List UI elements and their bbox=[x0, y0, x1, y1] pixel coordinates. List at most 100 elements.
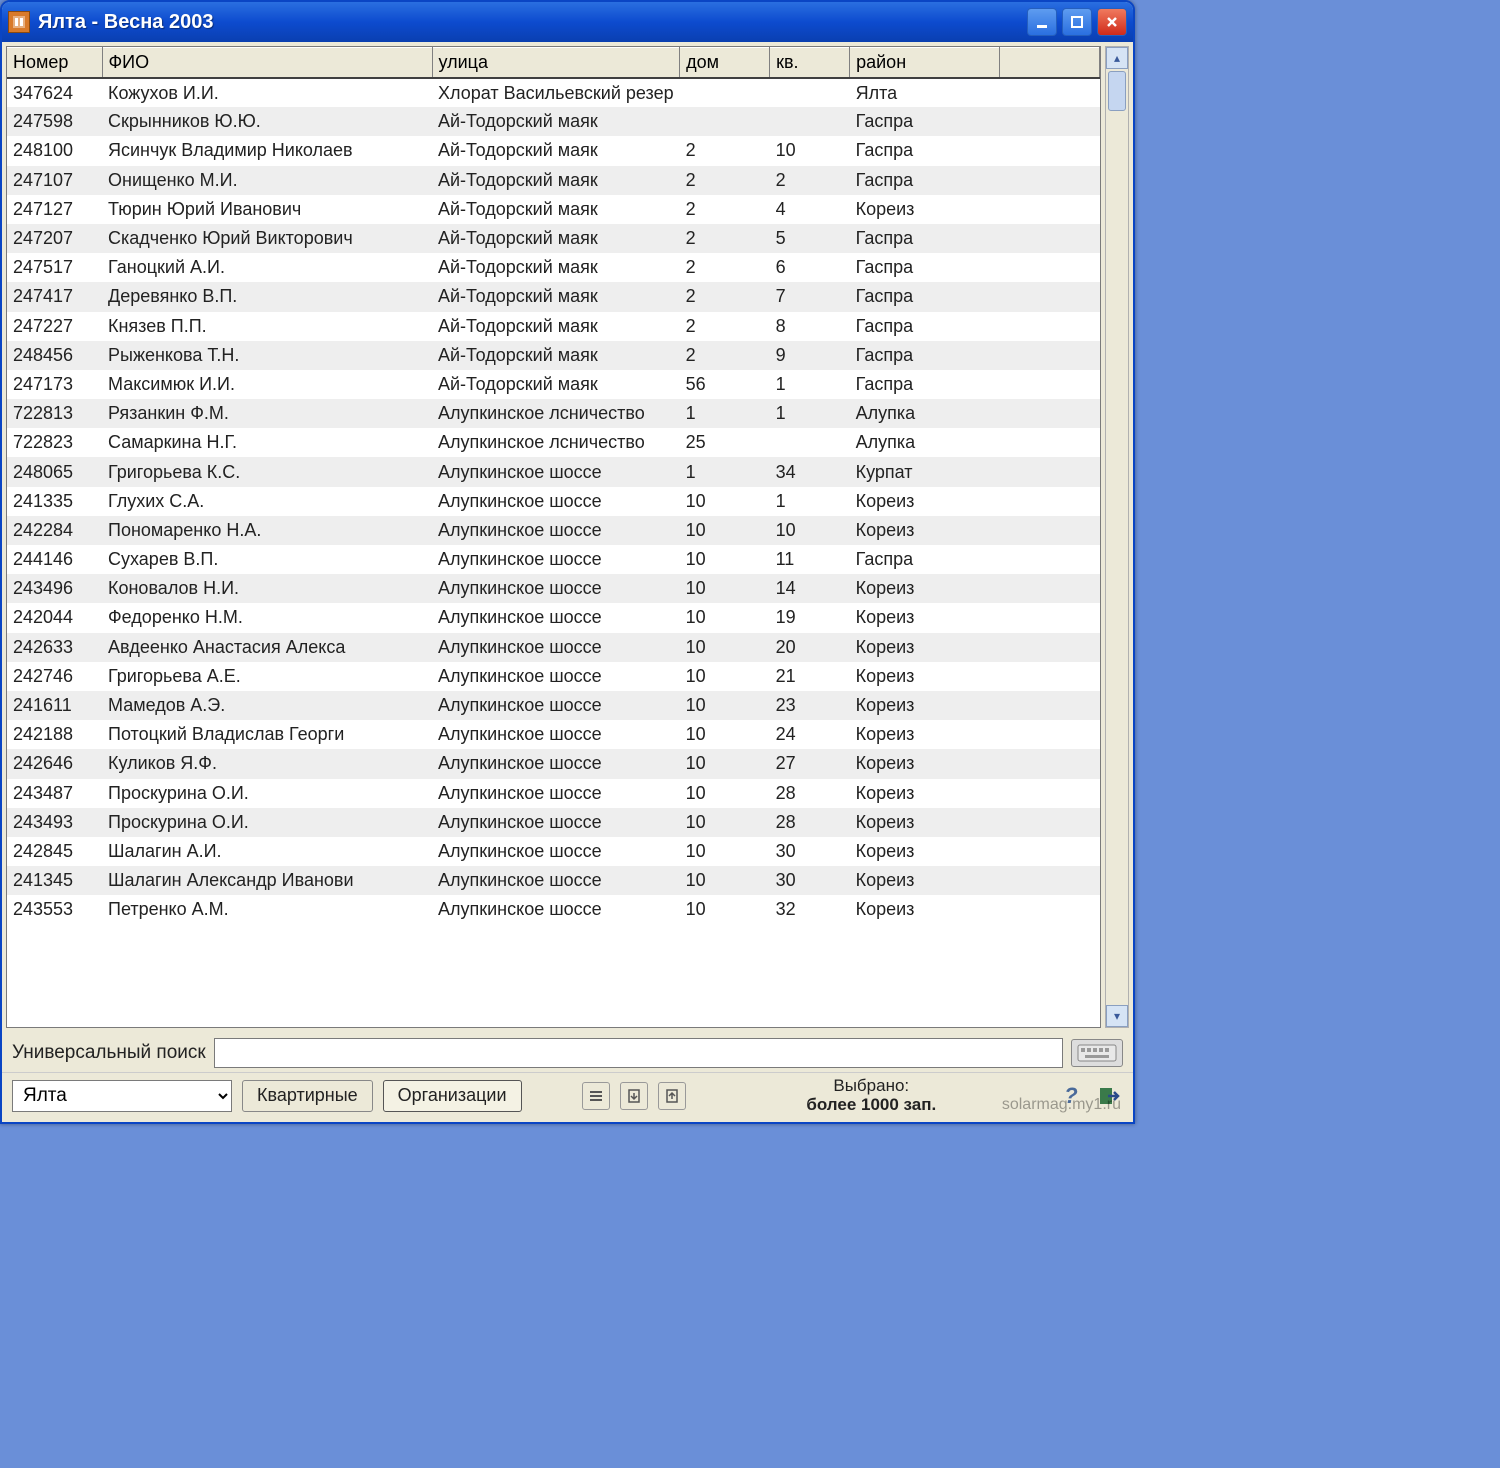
table-row[interactable]: 242746Григорьева А.Е.Алупкинское шоссе10… bbox=[7, 662, 1100, 691]
titlebar[interactable]: Ялта - Весна 2003 bbox=[2, 2, 1133, 42]
cell-house: 2 bbox=[680, 312, 770, 341]
close-button[interactable] bbox=[1097, 8, 1127, 36]
list-icon[interactable] bbox=[582, 1082, 610, 1110]
cell-num: 722823 bbox=[7, 428, 102, 457]
organizations-button[interactable]: Организации bbox=[383, 1080, 522, 1112]
col-header-apt[interactable]: кв. bbox=[770, 48, 850, 79]
import-icon[interactable] bbox=[620, 1082, 648, 1110]
cell-apt: 32 bbox=[770, 895, 850, 924]
cell-district: Кореиз bbox=[850, 866, 1000, 895]
cell-district: Гаспра bbox=[850, 545, 1000, 574]
cell-name: Шалагин А.И. bbox=[102, 837, 432, 866]
cell-num: 722813 bbox=[7, 399, 102, 428]
table-row[interactable]: 243496Коновалов Н.И.Алупкинское шоссе101… bbox=[7, 574, 1100, 603]
cell-num: 241335 bbox=[7, 487, 102, 516]
export-icon[interactable] bbox=[658, 1082, 686, 1110]
table-row[interactable]: 247107Онищенко М.И.Ай-Тодорский маяк22Га… bbox=[7, 166, 1100, 195]
cell-name: Самаркина Н.Г. bbox=[102, 428, 432, 457]
col-header-street[interactable]: улица bbox=[432, 48, 680, 79]
table-row[interactable]: 247417Деревянко В.П.Ай-Тодорский маяк27Г… bbox=[7, 282, 1100, 311]
data-grid[interactable]: Номер ФИО улица дом кв. район 347624Кожу… bbox=[6, 46, 1101, 1028]
table-row[interactable]: 243493Проскурина О.И.Алупкинское шоссе10… bbox=[7, 808, 1100, 837]
cell-num: 242646 bbox=[7, 749, 102, 778]
cell-house: 2 bbox=[680, 136, 770, 165]
cell-street: Алупкинское шоссе bbox=[432, 720, 680, 749]
help-icon[interactable]: ? bbox=[1057, 1082, 1085, 1110]
cell-num: 241345 bbox=[7, 866, 102, 895]
cell-num: 247173 bbox=[7, 370, 102, 399]
table-row[interactable]: 243487Проскурина О.И.Алупкинское шоссе10… bbox=[7, 779, 1100, 808]
minimize-button[interactable] bbox=[1027, 8, 1057, 36]
table-row[interactable]: 242284Пономаренко Н.А.Алупкинское шоссе1… bbox=[7, 516, 1100, 545]
table-row[interactable]: 248100Ясинчук Владимир НиколаевАй-Тодорс… bbox=[7, 136, 1100, 165]
cell-street: Алупкинское шоссе bbox=[432, 457, 680, 486]
cell-district: Кореиз bbox=[850, 603, 1000, 632]
status-line1: Выбрано: bbox=[696, 1077, 1047, 1096]
col-header-name[interactable]: ФИО bbox=[102, 48, 432, 79]
table-row[interactable]: 242044Федоренко Н.М.Алупкинское шоссе101… bbox=[7, 603, 1100, 632]
cell-name: Григорьева А.Е. bbox=[102, 662, 432, 691]
exit-icon[interactable] bbox=[1095, 1082, 1123, 1110]
table-row[interactable]: 248456Рыженкова Т.Н.Ай-Тодорский маяк29Г… bbox=[7, 341, 1100, 370]
table-row[interactable]: 247517Ганоцкий А.И.Ай-Тодорский маяк26Га… bbox=[7, 253, 1100, 282]
cell-spacer bbox=[1000, 166, 1100, 195]
table-row[interactable]: 243553Петренко А.М.Алупкинское шоссе1032… bbox=[7, 895, 1100, 924]
cell-spacer bbox=[1000, 428, 1100, 457]
apartments-button[interactable]: Квартирные bbox=[242, 1080, 373, 1112]
cell-house bbox=[680, 78, 770, 107]
col-header-number[interactable]: Номер bbox=[7, 48, 102, 79]
cell-street: Алупкинское лсничество bbox=[432, 399, 680, 428]
cell-spacer bbox=[1000, 779, 1100, 808]
scroll-down-icon[interactable]: ▾ bbox=[1106, 1005, 1128, 1027]
table-row[interactable]: 247227Князев П.П.Ай-Тодорский маяк28Гасп… bbox=[7, 312, 1100, 341]
cell-district: Кореиз bbox=[850, 808, 1000, 837]
search-input[interactable] bbox=[214, 1038, 1063, 1068]
cell-num: 242284 bbox=[7, 516, 102, 545]
cell-apt: 1 bbox=[770, 487, 850, 516]
table-row[interactable]: 244146Сухарев В.П.Алупкинское шоссе1011Г… bbox=[7, 545, 1100, 574]
city-select[interactable]: Ялта bbox=[12, 1080, 232, 1112]
cell-apt: 19 bbox=[770, 603, 850, 632]
cell-district: Кореиз bbox=[850, 691, 1000, 720]
cell-district: Кореиз bbox=[850, 895, 1000, 924]
table-row[interactable]: 247598Скрынников Ю.Ю.Ай-Тодорский маякГа… bbox=[7, 107, 1100, 136]
maximize-button[interactable] bbox=[1062, 8, 1092, 36]
cell-street: Алупкинское шоссе bbox=[432, 779, 680, 808]
table-row[interactable]: 248065Григорьева К.С.Алупкинское шоссе13… bbox=[7, 457, 1100, 486]
cell-num: 242044 bbox=[7, 603, 102, 632]
table-row[interactable]: 242633Авдеенко Анастасия АлексаАлупкинск… bbox=[7, 633, 1100, 662]
col-header-district[interactable]: район bbox=[850, 48, 1000, 79]
table-row[interactable]: 247207Скадченко Юрий ВикторовичАй-Тодорс… bbox=[7, 224, 1100, 253]
keyboard-icon[interactable] bbox=[1071, 1039, 1123, 1067]
table-row[interactable]: 242845Шалагин А.И.Алупкинское шоссе1030К… bbox=[7, 837, 1100, 866]
col-header-house[interactable]: дом bbox=[680, 48, 770, 79]
table-row[interactable]: 241611Мамедов А.Э.Алупкинское шоссе1023К… bbox=[7, 691, 1100, 720]
vertical-scrollbar[interactable]: ▴ ▾ bbox=[1105, 46, 1129, 1028]
table-row[interactable]: 247173Максимюк И.И.Ай-Тодорский маяк561Г… bbox=[7, 370, 1100, 399]
table-row[interactable]: 242646Куликов Я.Ф.Алупкинское шоссе1027К… bbox=[7, 749, 1100, 778]
table-row[interactable]: 247127Тюрин Юрий ИвановичАй-Тодорский ма… bbox=[7, 195, 1100, 224]
table-row[interactable]: 241345Шалагин Александр ИвановиАлупкинск… bbox=[7, 866, 1100, 895]
cell-district: Курпат bbox=[850, 457, 1000, 486]
table-row[interactable]: 242188Потоцкий Владислав ГеоргиАлупкинск… bbox=[7, 720, 1100, 749]
cell-house: 25 bbox=[680, 428, 770, 457]
table-row[interactable]: 347624Кожухов И.И.Хлорат Васильевский ре… bbox=[7, 78, 1100, 107]
window-title: Ялта - Весна 2003 bbox=[38, 11, 1027, 34]
cell-spacer bbox=[1000, 837, 1100, 866]
table-row[interactable]: 722823Самаркина Н.Г.Алупкинское лсничест… bbox=[7, 428, 1100, 457]
cell-name: Рязанкин Ф.М. bbox=[102, 399, 432, 428]
cell-spacer bbox=[1000, 749, 1100, 778]
cell-apt bbox=[770, 107, 850, 136]
table-row[interactable]: 722813Рязанкин Ф.М.Алупкинское лсничеств… bbox=[7, 399, 1100, 428]
cell-num: 347624 bbox=[7, 78, 102, 107]
cell-house: 1 bbox=[680, 457, 770, 486]
scroll-thumb[interactable] bbox=[1108, 71, 1126, 111]
scroll-up-icon[interactable]: ▴ bbox=[1106, 47, 1128, 69]
cell-street: Ай-Тодорский маяк bbox=[432, 282, 680, 311]
cell-street: Алупкинское шоссе bbox=[432, 545, 680, 574]
table-row[interactable]: 241335Глухих С.А.Алупкинское шоссе101Кор… bbox=[7, 487, 1100, 516]
cell-name: Сухарев В.П. bbox=[102, 545, 432, 574]
cell-apt: 7 bbox=[770, 282, 850, 311]
cell-house bbox=[680, 107, 770, 136]
header-row: Номер ФИО улица дом кв. район bbox=[7, 48, 1100, 79]
